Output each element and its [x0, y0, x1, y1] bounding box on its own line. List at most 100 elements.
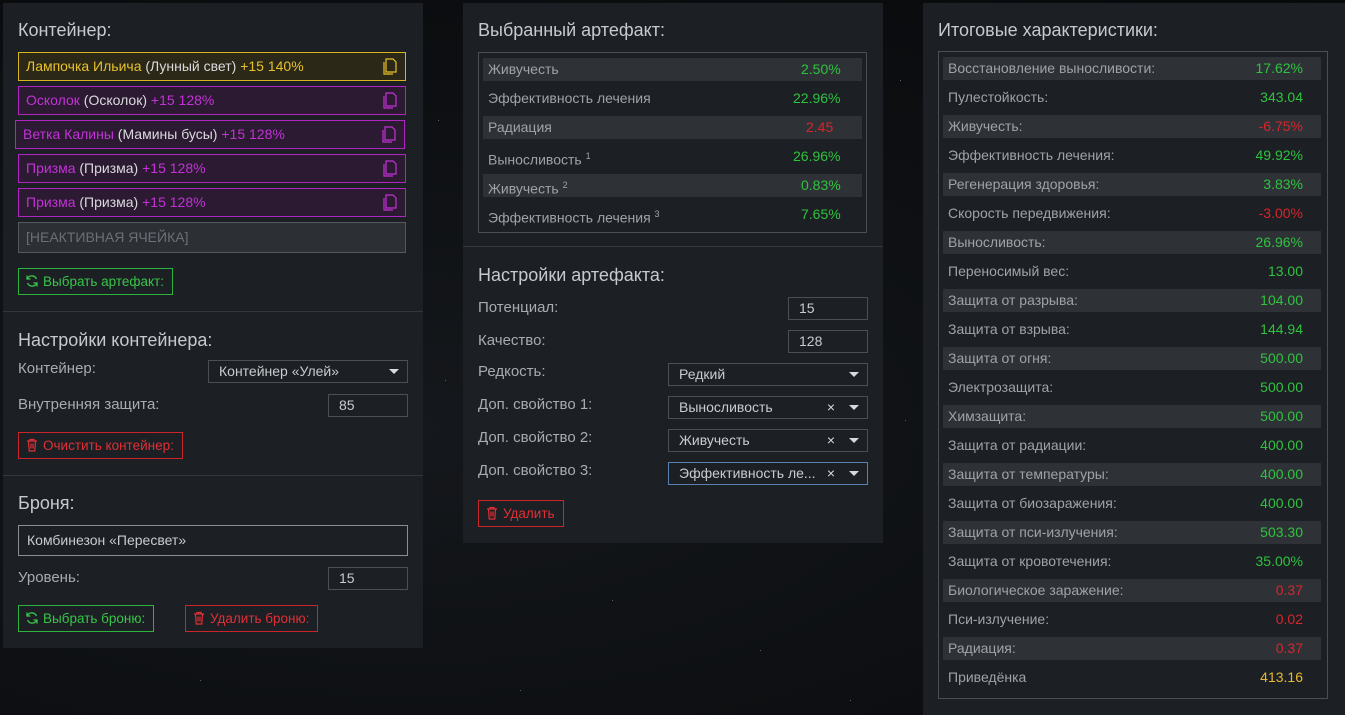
extra1-select[interactable]: Выносливость × [668, 396, 868, 419]
slot-artifact-base: (Призма) [79, 194, 139, 210]
stat-name: Защита от кровотечения: [948, 553, 1112, 569]
table-row: Пси-излучение: 0.02 [943, 608, 1321, 631]
chevron-down-icon [849, 372, 859, 377]
rarity-select[interactable]: Редкий [668, 363, 868, 386]
table-row: Защита от пси-излучения: 503.30 [943, 521, 1321, 544]
stat-name: Защита от биозаражения: [948, 495, 1117, 511]
clear-icon[interactable]: × [827, 397, 835, 418]
extra3-select[interactable]: Эффективность ле... × [668, 462, 868, 485]
stat-name: Эффективность лечения [488, 209, 651, 226]
stat-name: Эффективность лечения: [948, 147, 1115, 163]
artifact-slot-5[interactable]: Призма (Призма) +15 128% [18, 188, 406, 217]
stat-value: 13.00 [1267, 263, 1303, 279]
table-row: Защита от огня: 500.00 [943, 347, 1321, 370]
refresh-icon [26, 275, 38, 287]
level-input[interactable]: 15 [328, 567, 408, 590]
container-label: Контейнер: [18, 360, 96, 377]
chevron-down-icon [849, 405, 859, 410]
stat-name: Регенерация здоровья: [948, 176, 1100, 192]
chevron-down-icon [389, 369, 399, 374]
delete-artifact-label: Удалить [503, 506, 555, 521]
stat-name: Электрозащита: [948, 379, 1054, 395]
slot-artifact-base: (Осколок) [83, 92, 147, 108]
quality-input[interactable]: 128 [788, 330, 868, 353]
extra3-select-value: Эффективность ле... [679, 465, 816, 481]
select-artifact-button[interactable]: Выбрать артефакт: [18, 268, 173, 295]
artifact-slot-4[interactable]: Призма (Призма) +15 128% [18, 154, 406, 183]
slot-artifact-bonus: +15 128% [150, 92, 215, 108]
stat-footnote: 2 [562, 180, 568, 190]
table-row: Электрозащита: 500.00 [943, 376, 1321, 399]
delete-artifact-button[interactable]: Удалить [478, 500, 564, 527]
select-armor-button[interactable]: Выбрать броню: [18, 605, 155, 632]
stat-value: 17.62% [1255, 60, 1303, 76]
stat-value: 2.45 [806, 119, 834, 135]
container-title: Контейнер: [18, 20, 112, 40]
artifact-slot-1[interactable]: Лампочка Ильича (Лунный свет) +15 140% [18, 52, 406, 81]
stat-value: 0.37 [1275, 582, 1303, 598]
trash-icon [194, 611, 204, 625]
stat-name: Пси-излучение: [948, 611, 1050, 627]
stat-name: Живучесть [488, 61, 559, 77]
stat-value: 0.02 [1275, 611, 1303, 627]
stat-value: 35.00% [1255, 553, 1303, 569]
stat-value: 343.04 [1260, 89, 1303, 105]
table-row: Эффективность лечения: 49.92% [943, 144, 1321, 167]
stat-value: 2.50% [801, 61, 841, 77]
extra2-label: Доп. свойство 2: [478, 429, 593, 446]
artifact-slot-2[interactable]: Осколок (Осколок) +15 128% [18, 86, 406, 115]
stat-value: -3.00% [1258, 205, 1303, 221]
clear-icon[interactable]: × [827, 430, 835, 451]
container-select[interactable]: Контейнер «Улей» [208, 360, 408, 383]
slot-artifact-bonus: +15 128% [221, 126, 285, 142]
slot-artifact-base: (Призма) [79, 160, 139, 176]
clear-container-button[interactable]: Очистить контейнер: [18, 432, 183, 459]
totals-title: Итоговые характеристики: [938, 20, 1158, 40]
table-row: Выносливость: 26.96% [943, 231, 1321, 254]
delete-armor-label: Удалить броню: [210, 611, 310, 626]
table-row: Защита от температуры: 400.00 [943, 463, 1321, 486]
stat-value: 413.16 [1260, 669, 1303, 685]
copy-icon[interactable] [383, 160, 397, 177]
armor-title: Броня: [18, 493, 75, 513]
copy-icon[interactable] [383, 58, 397, 75]
table-row: Защита от радиации: 400.00 [943, 434, 1321, 457]
slot-artifact-name: Призма [26, 160, 76, 176]
copy-icon[interactable] [383, 194, 397, 211]
inner-protection-input[interactable]: 85 [328, 394, 408, 417]
stat-value: 400.00 [1260, 437, 1303, 453]
table-row: Защита от кровотечения: 35.00% [943, 550, 1321, 573]
extra2-select-value: Живучесть [679, 432, 750, 448]
clear-icon[interactable]: × [827, 463, 835, 484]
stat-name: Защита от температуры: [948, 466, 1109, 482]
trash-icon [487, 506, 497, 520]
stat-value: 0.83% [801, 177, 841, 193]
stat-name: Пулестойкость: [948, 89, 1049, 105]
potential-label: Потенциал: [478, 299, 559, 316]
delete-armor-button[interactable]: Удалить броню: [185, 605, 319, 632]
table-row: Защита от взрыва: 144.94 [943, 318, 1321, 341]
extra1-label: Доп. свойство 1: [478, 396, 593, 413]
stat-value: 500.00 [1260, 379, 1303, 395]
table-row: Выносливость 1 26.96% [483, 145, 862, 168]
slot-artifact-name: Лампочка Ильича [26, 58, 142, 74]
copy-icon[interactable] [383, 92, 397, 109]
stat-name: Выносливость: [948, 234, 1046, 250]
extra1-select-value: Выносливость [679, 399, 773, 415]
armor-input[interactable]: Комбинезон «Пересвет» [18, 525, 408, 556]
stat-value: 104.00 [1260, 292, 1303, 308]
inactive-slot: [НЕАКТИВНАЯ ЯЧЕЙКА] [18, 222, 406, 253]
extra2-select[interactable]: Живучесть × [668, 429, 868, 452]
stat-name: Приведёнка [948, 669, 1027, 685]
table-row: Живучесть: -6.75% [943, 115, 1321, 138]
stat-value: 0.37 [1275, 640, 1303, 656]
artifact-settings-title: Настройки артефакта: [478, 265, 665, 285]
stat-value: 22.96% [793, 90, 841, 106]
table-row: Приведёнка 413.16 [943, 666, 1321, 689]
potential-input[interactable]: 15 [788, 297, 868, 320]
stat-name: Защита от пси-излучения: [948, 524, 1118, 540]
artifact-slot-3[interactable]: Ветка Калины (Мамины бусы) +15 128% [15, 120, 405, 149]
slot-artifact-base: (Мамины бусы) [117, 126, 218, 142]
refresh-icon [26, 612, 38, 624]
copy-icon[interactable] [382, 126, 396, 143]
